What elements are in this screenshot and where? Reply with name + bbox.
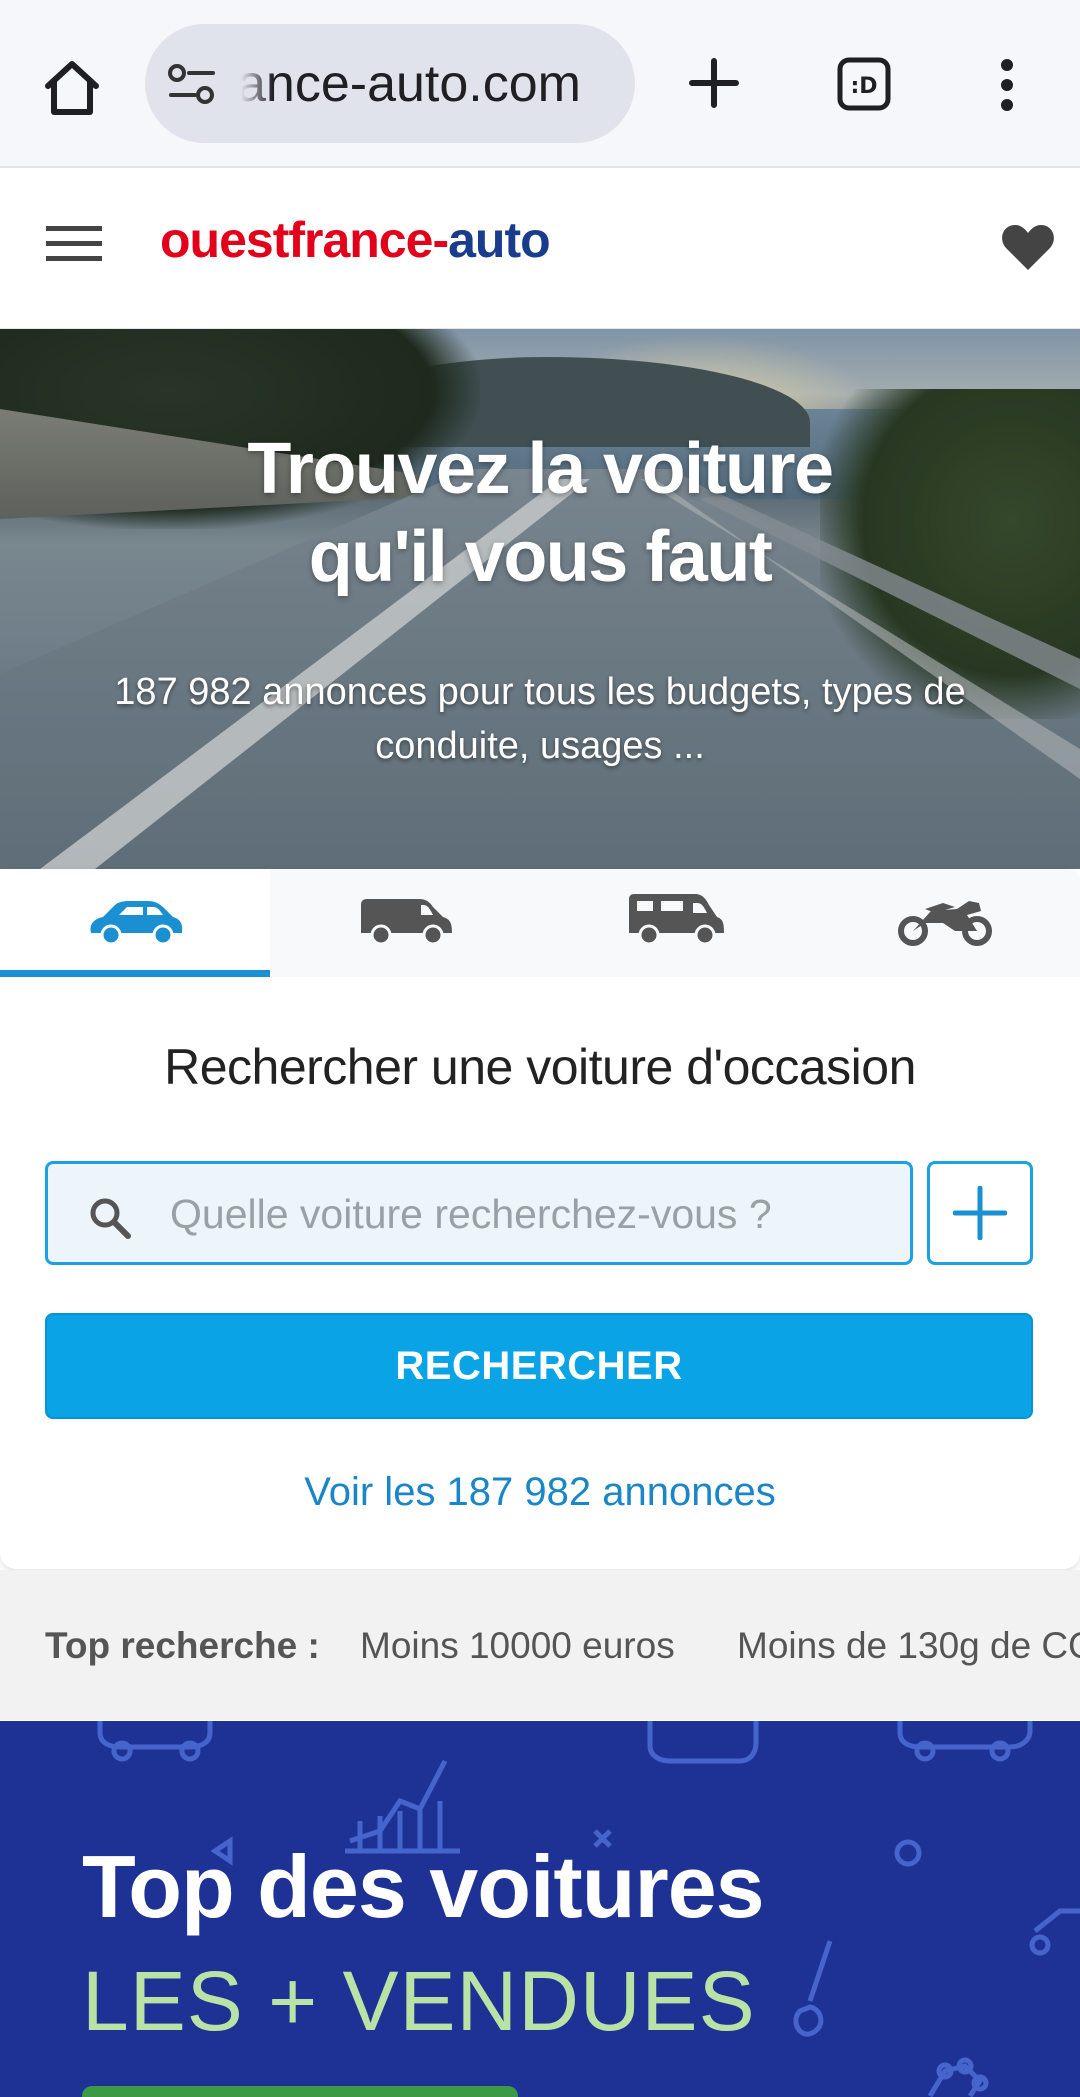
hero-title-line1: Trouvez la voiture (247, 429, 834, 509)
search-icon (90, 1198, 131, 1239)
search-heading: Rechercher une voiture d'occasion (164, 1039, 916, 1095)
more-options-icon[interactable] (990, 58, 1024, 112)
url-fade (233, 24, 273, 143)
tab-utility-van[interactable] (270, 869, 540, 977)
logo-part-ouestfrance: ouestfrance (160, 212, 433, 268)
active-tab-underline (0, 970, 270, 977)
car-icon (90, 901, 183, 946)
vehicle-type-tabs (0, 869, 1080, 977)
tab-car[interactable] (0, 869, 270, 977)
logo-part-auto: auto (448, 212, 551, 268)
search-input[interactable]: Quelle voiture recherchez-vous ? (45, 1161, 913, 1265)
logo-dash: - (432, 212, 449, 268)
hero-subtitle: 187 982 annonces pour tous les budgets, … (114, 671, 966, 767)
top-cars-banner[interactable]: Top des voitures LES + VENDUES (0, 1721, 1080, 2097)
hero-title: Trouvez la voiture qu'il vous faut (0, 425, 1080, 601)
van-icon (361, 899, 452, 946)
address-bar[interactable]: ance-auto.com (145, 24, 635, 143)
camper-van-icon (629, 894, 724, 946)
hero-title-line2: qu'il vous faut (308, 517, 773, 597)
banner-subtitle: LES + VENDUES (82, 1954, 756, 2048)
svg-text::D: :D (850, 74, 877, 99)
see-all-listings-link[interactable]: Voir les 187 982 annonces (0, 1466, 1080, 1518)
new-tab-icon[interactable] (686, 55, 742, 111)
site-logo[interactable]: ouestfrance-auto (160, 210, 551, 270)
motorcycle-icon (898, 901, 992, 946)
search-button[interactable]: RECHERCHER (45, 1313, 1033, 1419)
hamburger-menu-icon[interactable] (46, 224, 102, 264)
url-text[interactable]: ance-auto.com (237, 54, 581, 114)
home-icon[interactable] (40, 56, 104, 120)
tab-motorcycle[interactable] (810, 869, 1080, 977)
site-header: ouestfrance-auto (0, 170, 1080, 329)
top-search-label: Top recherche : (45, 1625, 320, 1666)
top-search-chip[interactable]: Moins de 130g de CO (737, 1622, 1080, 1670)
search-placeholder: Quelle voiture recherchez-vous ? (170, 1191, 772, 1237)
tab-camper-van[interactable] (540, 869, 810, 977)
plus-icon (953, 1186, 1007, 1240)
tab-switcher-icon[interactable]: :D (836, 56, 892, 112)
site-settings-icon[interactable] (167, 62, 217, 106)
search-card: Rechercher une voiture d'occasion Quelle… (0, 869, 1080, 1569)
browser-toolbar: ance-auto.com :D (0, 0, 1080, 168)
banner-cta-button[interactable] (82, 2086, 518, 2097)
top-search-chip[interactable]: Moins 10000 euros (360, 1622, 675, 1670)
hero-banner: Trouvez la voiture qu'il vous faut 187 9… (0, 329, 1080, 869)
heart-icon[interactable] (1000, 222, 1056, 272)
more-criteria-button[interactable] (927, 1161, 1033, 1265)
top-search-bar: Top recherche : Moins 10000 euros Moins … (0, 1570, 1080, 1720)
banner-title: Top des voitures (82, 1837, 765, 1936)
